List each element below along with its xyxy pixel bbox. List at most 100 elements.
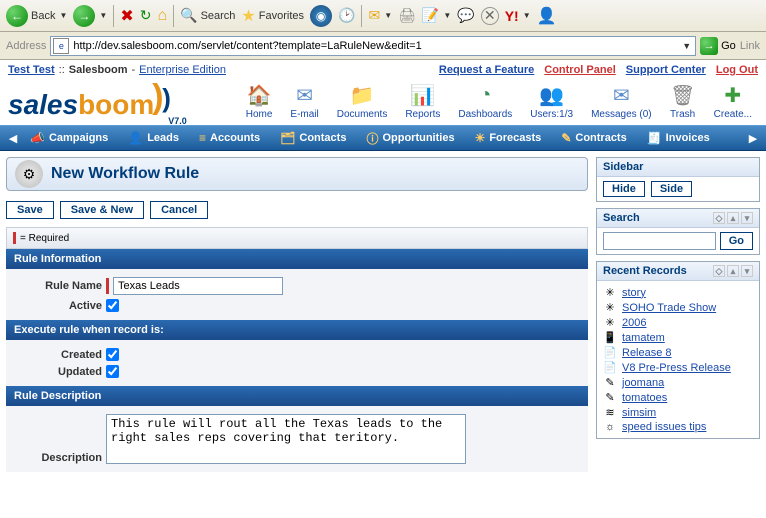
shortcut-home[interactable]: 🏠Home [246, 83, 273, 120]
record-link[interactable]: simsim [622, 407, 656, 419]
yahoo-button[interactable]: Y!▼ [505, 8, 531, 24]
record-link[interactable]: V8 Pre-Press Release [622, 362, 731, 374]
chevron-down-icon: ▼ [59, 11, 67, 20]
save-button[interactable]: Save [6, 201, 54, 219]
required-bar-icon [13, 232, 16, 244]
nav-leads[interactable]: 👤Leads [118, 125, 189, 151]
record-icon: ✳ [603, 316, 617, 329]
move-down-icon[interactable]: ▾ [741, 265, 753, 277]
list-item: ≋simsim [603, 405, 753, 420]
section-body: Rule Name Active [6, 269, 588, 320]
list-item: ✳story [603, 285, 753, 300]
active-checkbox[interactable] [106, 299, 119, 312]
move-down-icon[interactable]: ▾ [741, 212, 753, 224]
nav-label: Forecasts [489, 132, 541, 144]
logo-version: V7.0 [168, 116, 187, 126]
recent-title-label: Recent Records [603, 265, 687, 277]
list-item: ✎tomatoes [603, 390, 753, 405]
print-button[interactable]: 🖨 [398, 7, 416, 24]
record-link[interactable]: 2006 [622, 317, 646, 329]
record-link[interactable]: story [622, 287, 646, 299]
record-link[interactable]: joomana [622, 377, 664, 389]
shortcut-users-[interactable]: 👥Users:1/3 [530, 83, 573, 120]
record-link[interactable]: tomatoes [622, 392, 667, 404]
nav-icon: ⓘ [366, 130, 378, 147]
popup-blocker-icon[interactable]: ✕ [481, 7, 499, 25]
record-link[interactable]: Release 8 [622, 347, 672, 359]
record-link[interactable]: speed issues tips [622, 421, 706, 433]
address-bar: Address e ▼ → Go Link [0, 32, 766, 60]
section-description: Rule Description [6, 386, 588, 406]
logout-link[interactable]: Log Out [716, 64, 758, 76]
record-link[interactable]: SOHO Trade Show [622, 302, 716, 314]
button-row: Save Save & New Cancel [6, 201, 588, 219]
record-link[interactable]: tamatem [622, 332, 665, 344]
chevron-down-icon[interactable]: ▼ [680, 41, 693, 51]
messenger-button[interactable]: 👤 [537, 6, 557, 26]
go-icon: → [700, 37, 718, 55]
hide-button[interactable]: Hide [603, 181, 645, 197]
url-input[interactable] [69, 40, 680, 52]
nav-invoices[interactable]: 🧾Invoices [637, 125, 720, 151]
record-icon: ☼ [603, 421, 617, 433]
rule-name-input[interactable] [113, 277, 283, 295]
shortcut-icon: 🗑 [670, 83, 696, 107]
control-panel-link[interactable]: Control Panel [544, 64, 616, 76]
nav-opportunities[interactable]: ⓘOpportunities [356, 125, 464, 151]
shortcut-dashboards[interactable]: ◔Dashboards [458, 83, 512, 120]
nav-left-arrow[interactable]: ◀ [6, 132, 20, 145]
user-link[interactable]: Test Test [8, 64, 55, 76]
shortcut-messages-[interactable]: ✉Messages (0) [591, 83, 652, 120]
description-textarea[interactable] [106, 414, 466, 464]
home-button[interactable]: ⌂ [157, 7, 167, 25]
side-button[interactable]: Side [651, 181, 692, 197]
stop-button[interactable]: ✖ [120, 6, 133, 26]
nav-contracts[interactable]: ✎Contracts [551, 125, 636, 151]
save-new-button[interactable]: Save & New [60, 201, 144, 219]
shortcut-label: Home [246, 109, 273, 120]
back-button[interactable]: ← Back ▼ [6, 5, 67, 27]
nav-icon: 🗂 [280, 131, 295, 145]
support-center-link[interactable]: Support Center [626, 64, 706, 76]
shortcut-create-[interactable]: ✚Create... [714, 83, 752, 120]
edition-link[interactable]: Enterprise Edition [139, 64, 226, 76]
chevron-down-icon: ▼ [384, 11, 392, 20]
nav-right-arrow[interactable]: ▶ [746, 132, 760, 145]
mail-button[interactable]: ✉▼ [368, 7, 392, 24]
favorites-button[interactable]: ★ Favorites [241, 6, 304, 26]
refresh-button[interactable]: ↻ [140, 7, 152, 24]
history-button[interactable]: 🕑 [338, 7, 355, 24]
shortcut-trash[interactable]: 🗑Trash [670, 83, 696, 120]
move-up-icon[interactable]: ▴ [727, 212, 739, 224]
list-item: 📄V8 Pre-Press Release [603, 360, 753, 375]
search-go-button[interactable]: Go [720, 232, 753, 250]
list-item: ✎joomana [603, 375, 753, 390]
shortcut-reports[interactable]: 📊Reports [405, 83, 440, 120]
nav-forecasts[interactable]: ☀Forecasts [465, 125, 552, 151]
collapse-icon[interactable]: ◇ [713, 265, 725, 277]
search-input[interactable] [603, 232, 716, 250]
move-up-icon[interactable]: ▴ [727, 265, 739, 277]
list-item: ✳ SOHO Trade Show [603, 300, 753, 315]
collapse-icon[interactable]: ◇ [713, 212, 725, 224]
nav-contacts[interactable]: 🗂Contacts [270, 125, 356, 151]
discuss-button[interactable]: 💬 [457, 7, 474, 24]
address-input-wrap[interactable]: e ▼ [50, 36, 696, 56]
forward-button[interactable]: → ▼ [73, 5, 107, 27]
updated-checkbox[interactable] [106, 365, 119, 378]
shortcut-icon: 📁 [349, 83, 375, 107]
top-links: Test Test :: Salesboom - Enterprise Edit… [0, 60, 766, 80]
search-button[interactable]: 🔍 Search [180, 7, 235, 24]
nav-icon: ✎ [561, 131, 571, 145]
request-feature-link[interactable]: Request a Feature [439, 64, 534, 76]
media-button[interactable]: ◉ [310, 5, 332, 27]
created-checkbox[interactable] [106, 348, 119, 361]
record-icon: ✳ [603, 301, 617, 314]
go-button[interactable]: → Go [700, 37, 736, 55]
shortcut-documents[interactable]: 📁Documents [337, 83, 388, 120]
nav-accounts[interactable]: ≡Accounts [189, 125, 270, 151]
nav-campaigns[interactable]: 📣Campaigns [20, 125, 118, 151]
edit-button[interactable]: 📝▼ [422, 7, 451, 24]
shortcut-e-mail[interactable]: ✉E-mail [290, 83, 318, 120]
cancel-button[interactable]: Cancel [150, 201, 208, 219]
